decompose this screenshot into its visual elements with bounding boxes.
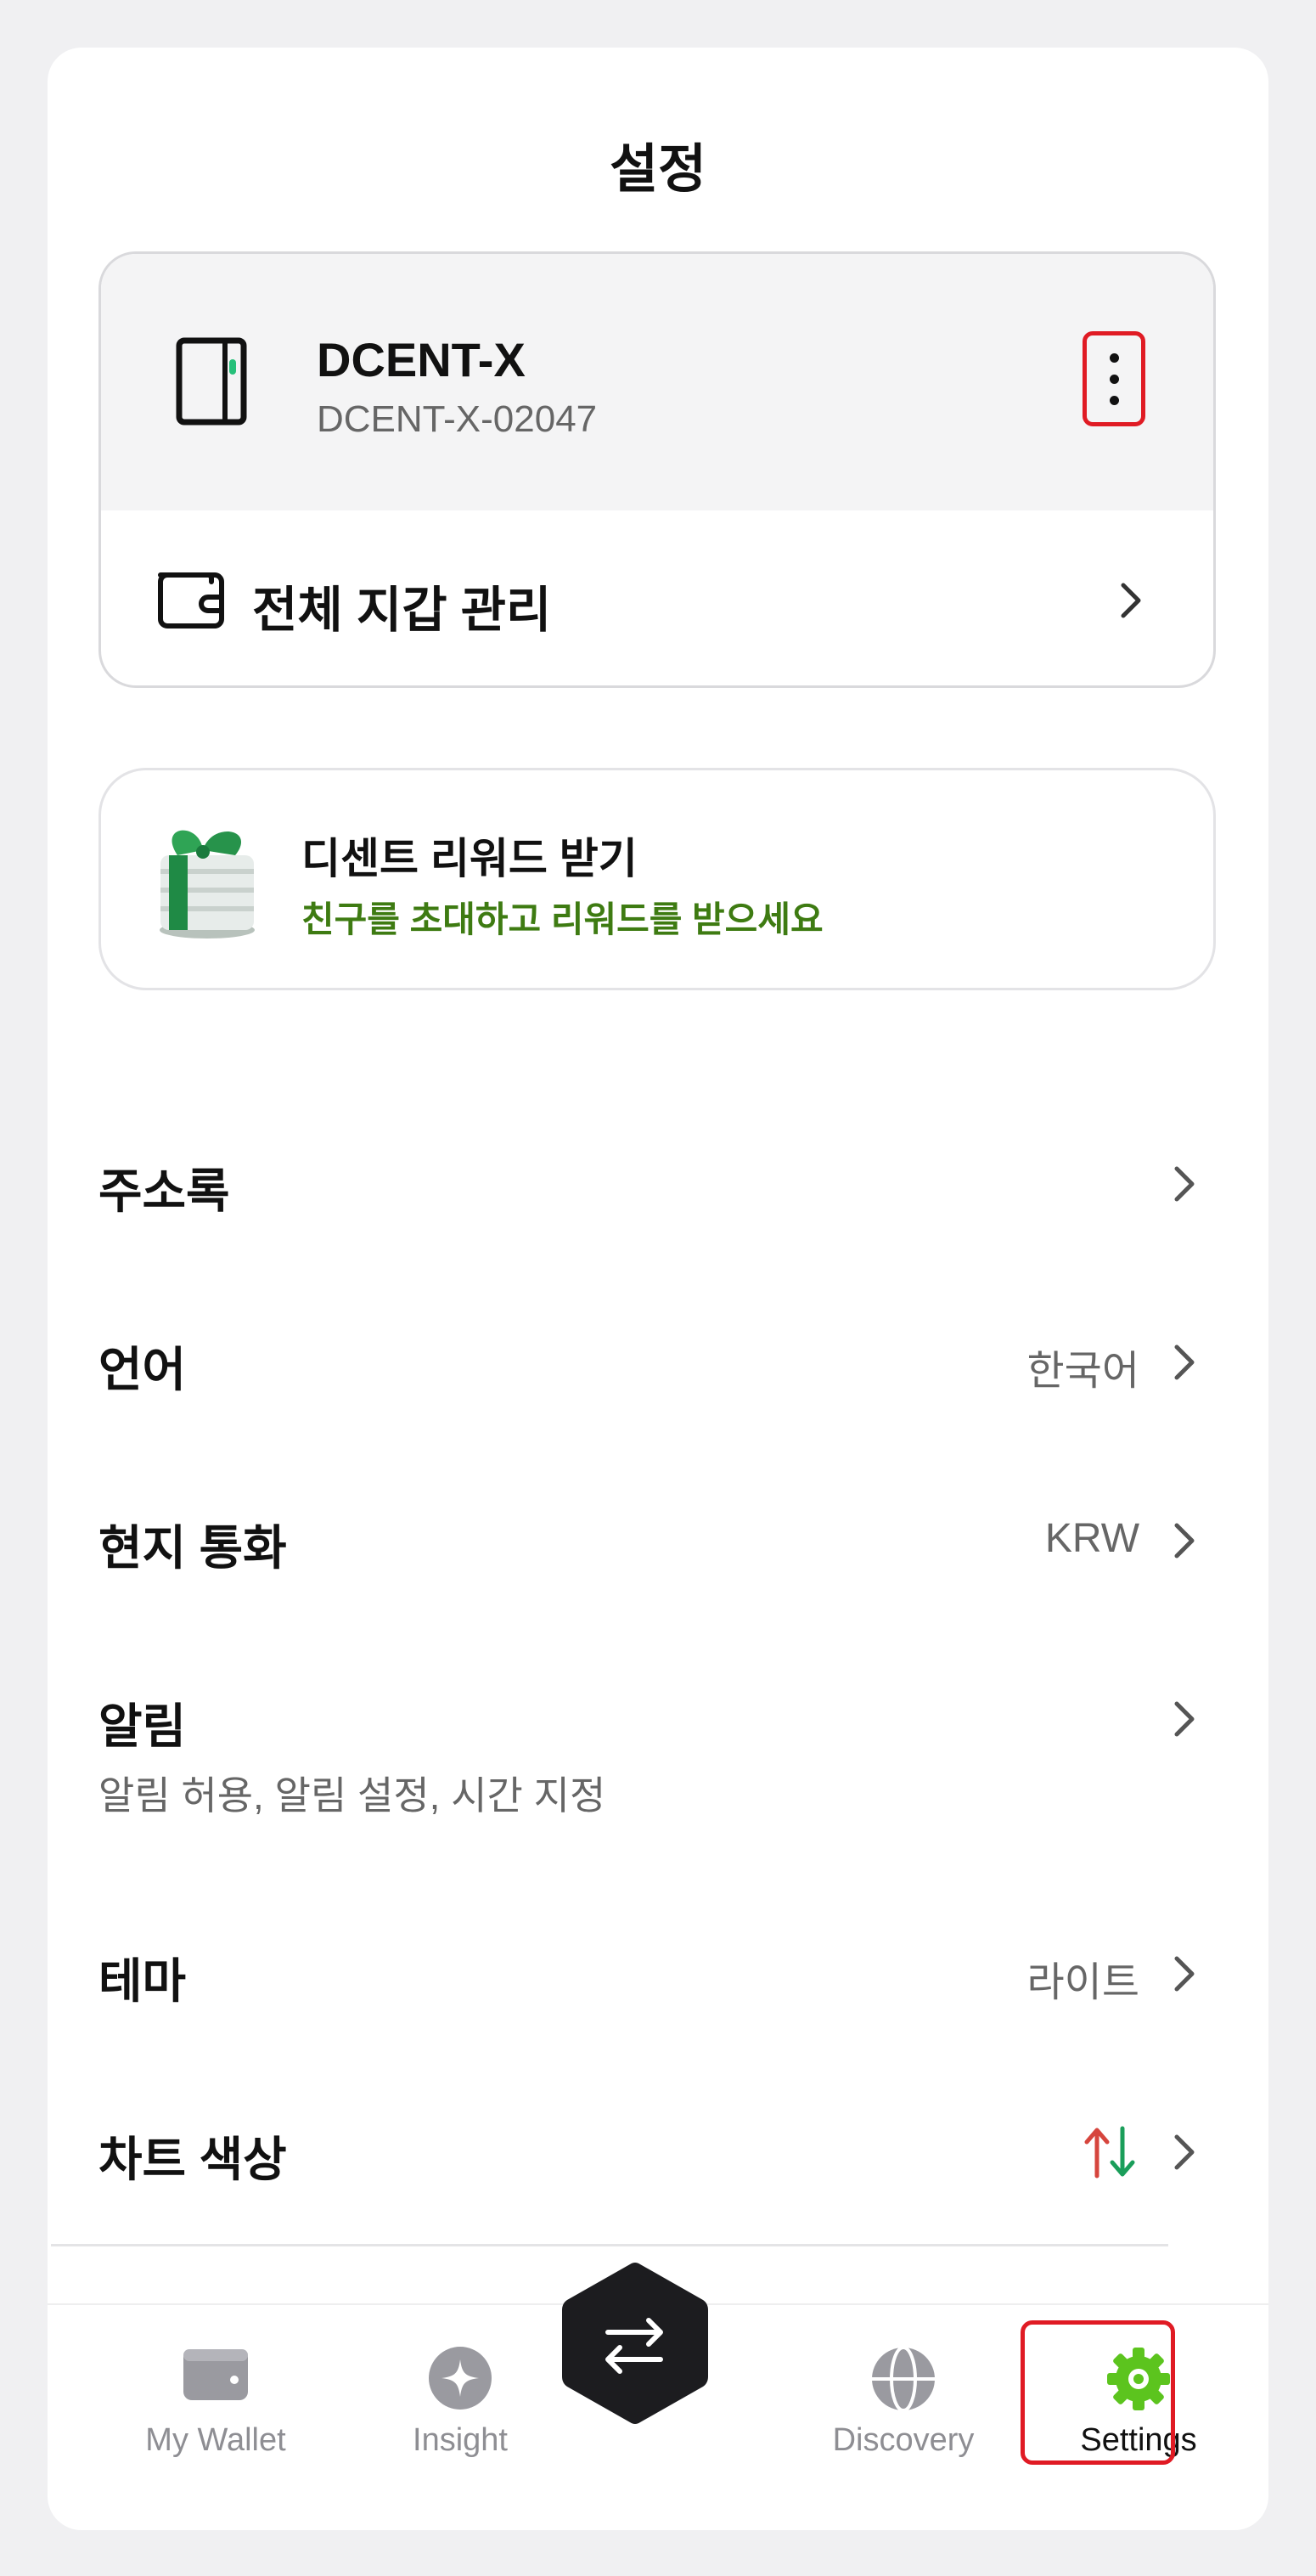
- manage-all-wallets-label: 전체 지갑 관리: [252, 583, 552, 638]
- language-value: 한국어: [1026, 1349, 1139, 1394]
- chart-color-row[interactable]: 차트 색상: [98, 2094, 1216, 2213]
- device-info[interactable]: DCENT-X DCENT-X-02047: [101, 254, 1213, 510]
- wallet-icon: [183, 2349, 248, 2400]
- address-book-label: 주소록: [98, 1164, 230, 1218]
- swap-button[interactable]: [538, 2259, 732, 2429]
- local-currency-value: KRW: [1044, 1516, 1139, 1561]
- notifications-sub: 알림 허용, 알림 설정, 시간 지정: [98, 1773, 606, 1818]
- notifications-label: 알림: [98, 1699, 187, 1753]
- notifications-row[interactable]: 알림 알림 허용, 알림 설정, 시간 지정: [98, 1661, 1216, 1848]
- chevron-right-icon: [1174, 1956, 1195, 1992]
- more-vertical-icon: [1109, 352, 1119, 363]
- reward-banner[interactable]: 디센트 리워드 받기 친구를 초대하고 리워드를 받으세요: [98, 768, 1216, 990]
- local-currency-row[interactable]: 현지 통화 KRW: [98, 1483, 1216, 1602]
- reward-subtitle: 친구를 초대하고 리워드를 받으세요: [301, 899, 824, 939]
- list-divider: [51, 2244, 1168, 2246]
- local-currency-label: 현지 통화: [98, 1521, 287, 1575]
- chevron-right-icon: [1174, 1523, 1195, 1559]
- more-options-button[interactable]: [1083, 331, 1145, 426]
- sparkle-icon: [429, 2347, 492, 2410]
- up-down-arrows-icon: [1084, 2126, 1135, 2179]
- hardware-wallet-icon: [176, 337, 247, 426]
- device-name: DCENT-X: [317, 333, 526, 386]
- wallet-outline-icon: [158, 572, 224, 628]
- chevron-right-icon: [1174, 1166, 1195, 1202]
- reward-title: 디센트 리워드 받기: [301, 835, 638, 882]
- nav-label-discovery: Discovery: [832, 2422, 975, 2458]
- page-title: 설정: [609, 140, 707, 199]
- device-serial: DCENT-X-02047: [317, 398, 598, 440]
- chart-color-label: 차트 색상: [98, 2133, 287, 2186]
- theme-value: 라이트: [1026, 1960, 1139, 2005]
- chevron-right-icon: [1174, 1344, 1195, 1380]
- theme-label: 테마: [98, 1954, 187, 2008]
- address-book-row[interactable]: 주소록: [98, 1126, 1216, 1245]
- nav-label-insight: Insight: [413, 2422, 508, 2458]
- chevron-right-icon: [1174, 2134, 1195, 2170]
- device-card: DCENT-X DCENT-X-02047 전체 지갑 관리: [98, 251, 1216, 688]
- nav-label-my-wallet: My Wallet: [145, 2422, 286, 2458]
- settings-screen: 설정 DCENT-X DCENT-X-02047 전체 지갑 관리 디센트 리워…: [48, 48, 1268, 2530]
- chevron-right-icon: [1174, 1701, 1195, 1737]
- globe-icon: [872, 2346, 935, 2412]
- gift-icon: [160, 830, 255, 939]
- chevron-right-icon: [1121, 583, 1141, 618]
- language-row[interactable]: 언어 한국어: [98, 1305, 1216, 1423]
- language-label: 언어: [98, 1343, 187, 1396]
- theme-row[interactable]: 테마 라이트: [98, 1916, 1216, 2035]
- manage-all-wallets-row[interactable]: 전체 지갑 관리: [101, 510, 1213, 685]
- active-tab-highlight: [1021, 2320, 1175, 2465]
